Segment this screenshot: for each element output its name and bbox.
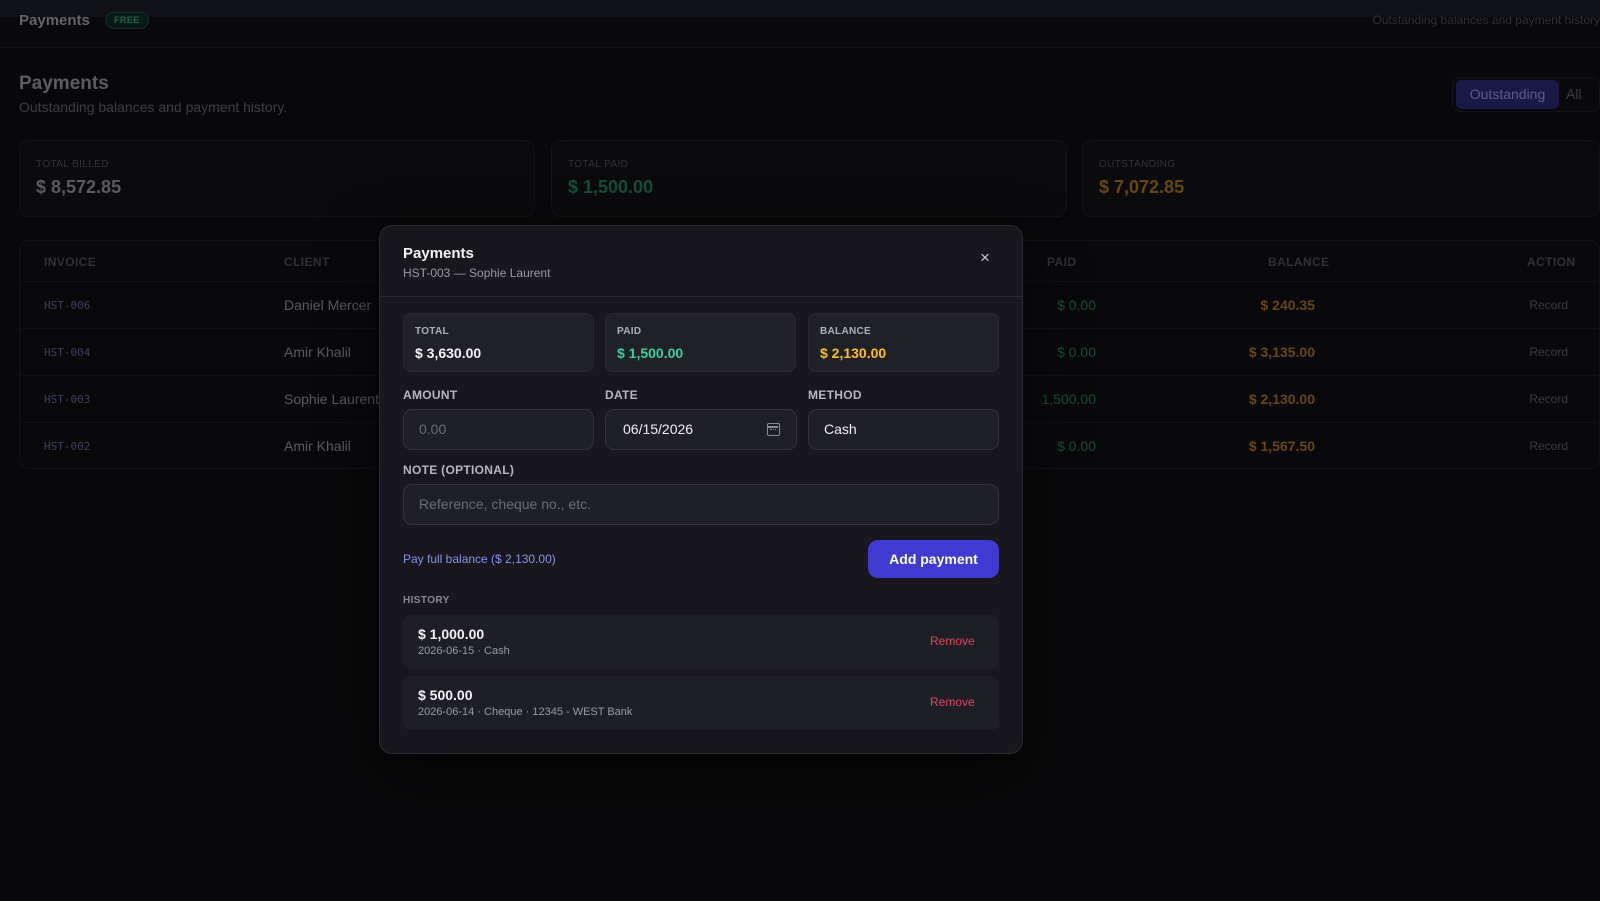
- amount-placeholder: 0.00: [419, 421, 447, 437]
- history-item: $ 500.00 2026-06-14 · Cheque · 12345 - W…: [403, 676, 999, 730]
- history-meta: 2026-06-15 · Cash: [418, 645, 510, 657]
- pay-full-balance-link[interactable]: Pay full balance ($ 2,130.00): [403, 552, 556, 566]
- remove-payment-button[interactable]: Remove: [930, 695, 975, 709]
- history-amount: $ 1,000.00: [418, 626, 485, 642]
- history-amount: $ 500.00: [418, 687, 473, 703]
- app-root: Payments FREE Outstanding balances and p…: [0, 0, 1600, 901]
- close-icon[interactable]: ×: [977, 249, 993, 266]
- history-item: $ 1,000.00 2026-06-15 · Cash Remove: [403, 615, 999, 669]
- summary-value: $ 3,630.00: [415, 345, 482, 361]
- modal-title: Payments: [403, 245, 474, 262]
- modal-subtitle: HST-003 — Sophie Laurent: [403, 266, 551, 280]
- amount-input[interactable]: 0.00: [403, 409, 594, 450]
- summary-label: BALANCE: [820, 326, 871, 337]
- summary-value: $ 1,500.00: [617, 345, 684, 361]
- add-payment-button[interactable]: Add payment: [868, 540, 999, 578]
- amount-label: AMOUNT: [403, 388, 458, 402]
- calendar-icon[interactable]: [767, 423, 780, 436]
- modal-divider: [380, 296, 1022, 297]
- remove-payment-button[interactable]: Remove: [930, 634, 975, 648]
- method-value: Cash: [824, 421, 857, 437]
- method-label: METHOD: [808, 388, 862, 402]
- payments-modal: Payments HST-003 — Sophie Laurent × TOTA…: [379, 225, 1023, 754]
- summary-card-total: TOTAL $ 3,630.00: [403, 313, 594, 372]
- note-placeholder: Reference, cheque no., etc.: [419, 496, 591, 512]
- method-select[interactable]: Cash: [808, 409, 999, 450]
- date-value: 06/15/2026: [623, 421, 694, 437]
- history-meta: 2026-06-14 · Cheque · 12345 - WEST Bank: [418, 706, 633, 718]
- note-input[interactable]: Reference, cheque no., etc.: [403, 484, 999, 525]
- date-input[interactable]: 06/15/2026: [605, 409, 797, 450]
- history-label: HISTORY: [403, 595, 450, 606]
- date-label: DATE: [605, 388, 638, 402]
- summary-card-paid: PAID $ 1,500.00: [605, 313, 796, 372]
- summary-card-balance: BALANCE $ 2,130.00: [808, 313, 999, 372]
- summary-label: PAID: [617, 326, 642, 337]
- summary-label: TOTAL: [415, 326, 449, 337]
- note-label: NOTE (OPTIONAL): [403, 463, 515, 477]
- summary-value: $ 2,130.00: [820, 345, 887, 361]
